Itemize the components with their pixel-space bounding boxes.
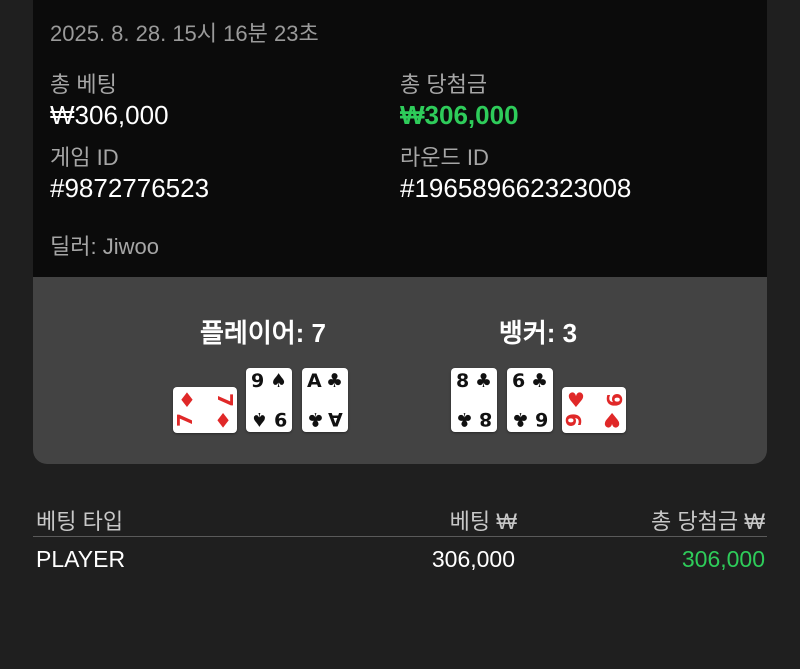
header-bet-type: 베팅 타입 bbox=[36, 509, 124, 534]
game-id-value: #9872776523 bbox=[50, 173, 210, 203]
banker-card-3: ♥ 9 9 ♥ bbox=[562, 387, 626, 433]
card-suit-icon: ♥ bbox=[567, 388, 585, 412]
card-rank: 8 bbox=[456, 370, 470, 392]
player-card-2: 9 ♠ ♠ 9 bbox=[246, 368, 292, 432]
player-card-3: A ♣ ♣ A bbox=[302, 368, 348, 432]
round-id-label: 라운드 ID bbox=[400, 145, 489, 170]
round-summary-card: 2025. 8. 28. 15시 16분 23초 총 베팅 ₩306,000 총… bbox=[33, 0, 767, 277]
bet-table-header: 베팅 타입 베팅 ₩ 총 당첨금 ₩ bbox=[33, 500, 767, 537]
total-win-value: ₩306,000 bbox=[400, 100, 519, 130]
card-suit-icon: ♣ bbox=[530, 370, 548, 392]
player-hand-title: 플레이어: 7 bbox=[199, 318, 327, 348]
row-bet-amount: 306,000 bbox=[431, 546, 515, 572]
cards-panel: 플레이어: 7 뱅커: 3 ♦ 7 7 ♦ 9 ♠ ♠ 9 A ♣ ♣ A 8 … bbox=[33, 277, 767, 464]
card-suit-icon: ♦ bbox=[178, 388, 196, 412]
card-suit-icon: ♣ bbox=[474, 370, 492, 392]
card-rank: 8 bbox=[478, 408, 492, 430]
card-suit-icon: ♣ bbox=[456, 408, 474, 430]
card-rank: 9 bbox=[273, 408, 287, 430]
player-card-1: ♦ 7 7 ♦ bbox=[173, 387, 237, 433]
card-rank: A bbox=[307, 370, 322, 392]
dealer-name: 딜러: Jiwoo bbox=[50, 234, 159, 259]
total-bet-value: ₩306,000 bbox=[50, 100, 169, 130]
card-rank: 6 bbox=[512, 370, 526, 392]
banker-card-2: 6 ♣ ♣ 6 bbox=[507, 368, 553, 432]
card-suit-icon: ♣ bbox=[512, 408, 530, 430]
card-rank: 9 bbox=[251, 370, 265, 392]
card-rank: 7 bbox=[213, 393, 238, 407]
card-suit-icon: ♣ bbox=[325, 370, 343, 392]
total-bet-label: 총 베팅 bbox=[50, 72, 117, 97]
total-win-label: 총 당첨금 bbox=[400, 72, 488, 97]
card-rank: 6 bbox=[534, 408, 548, 430]
card-suit-icon: ♠ bbox=[251, 408, 269, 430]
card-suit-icon: ♥ bbox=[603, 408, 621, 432]
header-bet-amount: 베팅 ₩ bbox=[449, 509, 517, 534]
banker-card-1: 8 ♣ ♣ 8 bbox=[451, 368, 497, 432]
row-bet-type: PLAYER bbox=[36, 546, 126, 572]
row-total-win: 306,000 bbox=[681, 546, 765, 572]
card-suit-icon: ♦ bbox=[214, 408, 232, 432]
game-id-label: 게임 ID bbox=[50, 145, 119, 170]
card-rank: A bbox=[328, 408, 343, 430]
header-total-win: 총 당첨금 ₩ bbox=[651, 509, 765, 534]
card-suit-icon: ♠ bbox=[269, 370, 287, 392]
round-timestamp: 2025. 8. 28. 15시 16분 23초 bbox=[50, 21, 319, 46]
card-rank: 9 bbox=[561, 413, 586, 427]
card-rank: 9 bbox=[602, 393, 627, 407]
card-rank: 7 bbox=[172, 413, 197, 427]
card-suit-icon: ♣ bbox=[307, 408, 325, 430]
round-id-value: #196589662323008 bbox=[400, 173, 632, 203]
banker-hand-title: 뱅커: 3 bbox=[498, 318, 578, 348]
